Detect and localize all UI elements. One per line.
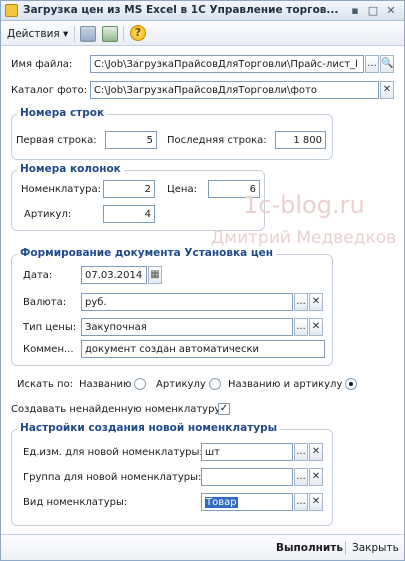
date-input[interactable]: 07.03.2014 bbox=[81, 266, 147, 284]
columns-group-title: Номера колонок bbox=[17, 163, 124, 175]
unit-input[interactable]: шт bbox=[201, 443, 293, 461]
watermark-site: 1c-blog.ru bbox=[243, 191, 365, 219]
watermark-author: Дмитрий Медведков bbox=[211, 228, 397, 248]
kind-input[interactable]: Товар bbox=[201, 493, 293, 511]
restore-settings-icon[interactable] bbox=[102, 26, 118, 42]
comment-input[interactable]: документ создан автоматически bbox=[81, 340, 325, 358]
search-by-label: Искать по: bbox=[17, 379, 74, 390]
first-row-input[interactable]: 5 bbox=[105, 131, 157, 149]
article-col-input[interactable]: 4 bbox=[103, 205, 155, 223]
toolbar: Действия ▾ ? bbox=[1, 22, 404, 46]
maximize-icon[interactable]: □ bbox=[365, 3, 381, 18]
window-title: Загрузка цен из MS Excel в 1С Управление… bbox=[23, 4, 339, 16]
app-icon bbox=[5, 4, 18, 17]
unit-label: Ед.изм. для новой номенклатуры: bbox=[23, 447, 203, 458]
unit-select-button[interactable]: ... bbox=[294, 443, 308, 461]
kind-clear-icon[interactable]: ✕ bbox=[309, 493, 323, 511]
group-select-button[interactable]: ... bbox=[294, 468, 308, 486]
file-select-button[interactable]: ... bbox=[365, 55, 379, 73]
rows-group-title: Номера строк bbox=[17, 107, 108, 119]
main-window: Загрузка цен из MS Excel в 1С Управление… bbox=[0, 0, 405, 561]
price-type-input[interactable]: Закупочная bbox=[81, 318, 293, 336]
price-type-select-button[interactable]: ... bbox=[294, 318, 308, 336]
save-settings-icon[interactable] bbox=[80, 26, 96, 42]
last-row-input[interactable]: 1 800 bbox=[275, 131, 326, 149]
minimize-icon[interactable]: ▪ bbox=[347, 3, 363, 18]
group-clear-icon[interactable]: ✕ bbox=[309, 468, 323, 486]
file-name-field[interactable]: C:\Job\ЗагрузкаПрайсовДляТорговли\Прайс-… bbox=[90, 55, 364, 73]
comment-label: Коммен... bbox=[23, 344, 74, 355]
unit-clear-icon[interactable]: ✕ bbox=[309, 443, 323, 461]
last-row-label: Последняя строка: bbox=[167, 135, 267, 146]
currency-clear-icon[interactable]: ✕ bbox=[309, 293, 323, 311]
price-type-clear-icon[interactable]: ✕ bbox=[309, 318, 323, 336]
calendar-icon[interactable]: ▦ bbox=[148, 266, 162, 284]
search-option-article-label: Артикулу bbox=[156, 379, 206, 390]
article-col-label: Артикул: bbox=[24, 209, 72, 220]
search-option-both-label: Названию и артикулу bbox=[228, 379, 343, 390]
footer-bar: Выполнить Закрыть bbox=[1, 534, 404, 560]
file-name-label: Имя файла: bbox=[11, 59, 73, 70]
settings-group-title: Настройки создания новой номенклатуры bbox=[17, 422, 281, 434]
currency-label: Валюта: bbox=[23, 297, 67, 308]
kind-label: Вид номенклатуры: bbox=[23, 497, 128, 508]
photo-dir-label: Каталог фото: bbox=[11, 85, 88, 96]
first-row-label: Первая строка: bbox=[16, 135, 97, 146]
search-option-name-radio[interactable] bbox=[134, 378, 146, 390]
nomenclature-col-label: Номенклатура: bbox=[21, 184, 102, 195]
actions-menu-button[interactable]: Действия ▾ bbox=[7, 28, 68, 40]
nomenclature-col-input[interactable]: 2 bbox=[103, 180, 155, 198]
kind-selected-text: Товар bbox=[205, 497, 238, 508]
toolbar-separator bbox=[74, 26, 75, 42]
close-button[interactable]: Закрыть bbox=[352, 542, 399, 554]
currency-input[interactable]: руб. bbox=[81, 293, 293, 311]
search-option-article-radio[interactable] bbox=[209, 378, 221, 390]
kind-select-button[interactable]: ... bbox=[294, 493, 308, 511]
toolbar-separator bbox=[123, 26, 124, 42]
footer-separator bbox=[345, 541, 346, 555]
date-label: Дата: bbox=[23, 270, 53, 281]
price-type-label: Тип цены: bbox=[23, 322, 77, 333]
create-missing-checkbox[interactable]: ✓ bbox=[218, 403, 230, 415]
search-option-both-radio[interactable] bbox=[345, 378, 357, 390]
run-button[interactable]: Выполнить bbox=[276, 542, 343, 554]
group-input[interactable] bbox=[201, 468, 293, 486]
currency-select-button[interactable]: ... bbox=[294, 293, 308, 311]
search-option-name-label: Названию bbox=[79, 379, 132, 390]
group-label: Группа для новой номенклатуры: bbox=[23, 472, 202, 483]
create-missing-label: Создавать ненайденную номенклатуру bbox=[11, 404, 221, 415]
price-col-label: Цена: bbox=[167, 184, 197, 195]
file-open-icon[interactable]: 🔍 bbox=[380, 55, 394, 73]
close-window-icon[interactable]: ✕ bbox=[383, 3, 399, 18]
document-group-title: Формирование документа Установка цен bbox=[17, 247, 277, 259]
title-bar: Загрузка цен из MS Excel в 1С Управление… bbox=[1, 1, 404, 21]
photo-clear-icon[interactable]: ✕ bbox=[380, 81, 394, 99]
help-icon[interactable]: ? bbox=[130, 25, 146, 41]
photo-dir-field[interactable]: C:\Job\ЗагрузкаПрайсовДляТорговли\фото bbox=[90, 81, 379, 99]
